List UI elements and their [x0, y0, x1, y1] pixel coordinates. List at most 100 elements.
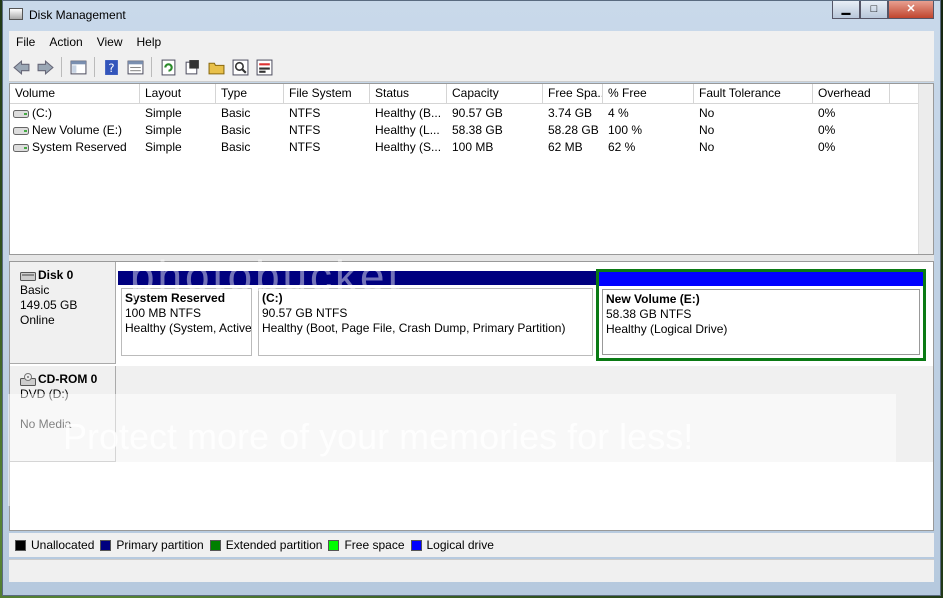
partition-status: Healthy (System, Active	[125, 321, 252, 335]
cdrom-0-label[interactable]: CD-ROM 0 DVD (D:) No Media	[10, 366, 116, 462]
disk-management-icon	[9, 8, 23, 20]
volume-overhead: 0%	[818, 123, 836, 137]
volume-percent-free: 100 %	[608, 123, 643, 137]
column-fault-tolerance[interactable]: Fault Tolerance	[694, 84, 813, 103]
disk-0-label[interactable]: Disk 0 Basic 149.05 GB Online	[10, 262, 116, 364]
title-bar[interactable]: Disk Management ▁ □ ✕	[3, 1, 940, 29]
volume-free-space: 3.74 GB	[548, 106, 593, 120]
cdrom-0-name: CD-ROM 0	[38, 372, 98, 386]
menu-file[interactable]: File	[9, 35, 42, 49]
help-button[interactable]: ?	[101, 57, 121, 77]
volume-name: New Volume (E:)	[32, 123, 123, 137]
menu-bar: File Action View Help	[9, 31, 934, 53]
legend-free-space: Free space	[328, 538, 405, 552]
disk-0-type: Basic	[20, 283, 50, 297]
console-tree-icon	[70, 60, 86, 74]
column-file-system[interactable]: File System	[284, 84, 370, 103]
disk-0-state: Online	[20, 313, 55, 327]
volume-file-system: NTFS	[289, 123, 321, 137]
partition-c[interactable]: (C:) 90.57 GB NTFS Healthy (Boot, Page F…	[255, 271, 596, 359]
partition-status: Healthy (Boot, Page File, Crash Dump, Pr…	[262, 321, 566, 335]
volume-status: Healthy (L...	[375, 123, 440, 137]
minimize-button[interactable]: ▁	[832, 1, 860, 19]
volume-name: System Reserved	[32, 140, 127, 154]
cdrom-icon	[20, 372, 36, 386]
open-button[interactable]	[206, 57, 226, 77]
volume-type: Basic	[221, 106, 251, 120]
volume-layout: Simple	[145, 140, 182, 154]
partition-status: Healthy (Logical Drive)	[606, 322, 728, 336]
disk-icon	[20, 271, 36, 281]
volume-type: Basic	[221, 123, 251, 137]
volume-overhead: 0%	[818, 140, 836, 154]
toolbar: ?	[9, 53, 934, 82]
legend-logical-drive: Logical drive	[410, 538, 494, 552]
menu-view[interactable]: View	[90, 35, 130, 49]
legend-unallocated: Unallocated	[15, 538, 94, 552]
column-volume[interactable]: Volume	[10, 84, 140, 103]
refresh-icon	[161, 59, 175, 75]
partition-new-volume-e[interactable]: New Volume (E:) 58.38 GB NTFS Healthy (L…	[596, 269, 926, 361]
back-button[interactable]	[11, 57, 31, 77]
primary-partition-bar	[255, 271, 596, 285]
volume-status: Healthy (S...	[375, 140, 442, 154]
column-free-space[interactable]: Free Spa...	[543, 84, 603, 103]
explore-button[interactable]	[230, 57, 250, 77]
partition-name: New Volume (E:)	[606, 292, 700, 306]
column-layout[interactable]: Layout	[140, 84, 216, 103]
forward-button[interactable]	[35, 57, 55, 77]
column-overhead[interactable]: Overhead	[813, 84, 890, 103]
cdrom-0-drive: DVD (D:)	[20, 387, 69, 401]
drive-icon	[13, 126, 29, 135]
partition-name: System Reserved	[125, 291, 226, 305]
settings-button[interactable]	[254, 57, 274, 77]
volume-layout: Simple	[145, 106, 182, 120]
cdrom-0-media: No Media	[20, 417, 72, 431]
close-button[interactable]: ✕	[888, 1, 934, 19]
volume-row[interactable]: New Volume (E:) Simple Basic NTFS Health…	[10, 122, 890, 139]
volume-free-space: 58.28 GB	[548, 123, 599, 137]
column-percent-free[interactable]: % Free	[603, 84, 694, 103]
volume-name: (C:)	[32, 106, 52, 120]
volume-fault-tolerance: No	[699, 123, 715, 137]
help-icon: ?	[104, 59, 118, 75]
volume-type: Basic	[221, 140, 251, 154]
column-type[interactable]: Type	[216, 84, 284, 103]
column-status[interactable]: Status	[370, 84, 447, 103]
volume-percent-free: 62 %	[608, 140, 636, 154]
menu-action[interactable]: Action	[42, 35, 89, 49]
drive-icon	[13, 143, 29, 152]
properties-view-button[interactable]	[125, 57, 145, 77]
legend-extended-partition: Extended partition	[209, 538, 322, 552]
volume-list-scrollbar[interactable]	[918, 84, 933, 254]
partition-system-reserved[interactable]: System Reserved 100 MB NTFS Healthy (Sys…	[118, 271, 255, 359]
show-hide-console-tree-button[interactable]	[68, 57, 88, 77]
legend-primary-partition: Primary partition	[100, 538, 204, 552]
maximize-button[interactable]: □	[860, 1, 888, 19]
volume-capacity: 90.57 GB	[452, 106, 503, 120]
refresh-button[interactable]	[158, 57, 178, 77]
disk-graphical-view: Disk 0 Basic 149.05 GB Online System Res…	[9, 261, 934, 531]
volume-row[interactable]: System Reserved Simple Basic NTFS Health…	[10, 139, 890, 156]
partition-name: (C:)	[262, 291, 283, 305]
volume-file-system: NTFS	[289, 140, 321, 154]
column-capacity[interactable]: Capacity	[447, 84, 543, 103]
svg-text:?: ?	[108, 60, 114, 74]
cdrom-0-empty-area	[116, 366, 933, 462]
folder-icon	[208, 62, 224, 74]
primary-partition-bar	[118, 271, 255, 285]
rescan-disks-button[interactable]	[182, 57, 202, 77]
volume-layout: Simple	[145, 123, 182, 137]
disk-management-window: Disk Management ▁ □ ✕ File Action View H…	[2, 0, 941, 596]
partition-size: 90.57 GB NTFS	[262, 306, 348, 320]
partition-legend: Unallocated Primary partition Extended p…	[9, 533, 934, 557]
settings-icon	[256, 59, 272, 75]
disk-0-name: Disk 0	[38, 268, 74, 282]
volume-fault-tolerance: No	[699, 140, 715, 154]
menu-help[interactable]: Help	[130, 35, 169, 49]
volume-row[interactable]: (C:) Simple Basic NTFS Healthy (B... 90.…	[10, 105, 890, 122]
volume-list-header: Volume Layout Type File System Status Ca…	[10, 84, 919, 104]
volume-capacity: 100 MB	[452, 140, 494, 154]
volume-status: Healthy (B...	[375, 106, 442, 120]
volume-percent-free: 4 %	[608, 106, 629, 120]
